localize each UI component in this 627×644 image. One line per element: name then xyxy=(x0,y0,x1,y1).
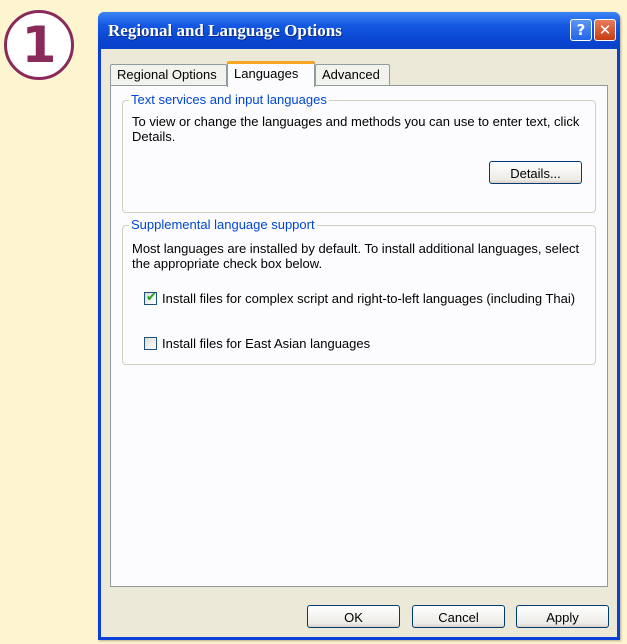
tab-regional-options[interactable]: Regional Options xyxy=(110,64,227,85)
text-services-description: To view or change the languages and meth… xyxy=(132,114,580,144)
close-icon: ✕ xyxy=(598,21,612,39)
regional-language-dialog: Regional and Language Options ? ✕ Region… xyxy=(98,12,620,640)
supplemental-description: Most languages are installed by default.… xyxy=(132,241,580,271)
tab-advanced[interactable]: Advanced xyxy=(315,64,390,85)
complex-script-label[interactable]: Install files for complex script and rig… xyxy=(162,291,612,306)
complex-script-checkbox[interactable]: ✔ xyxy=(144,290,157,305)
supplemental-language-group: Supplemental language support Most langu… xyxy=(122,217,596,365)
languages-tab-panel: Text services and input languages To vie… xyxy=(110,85,608,587)
apply-button[interactable]: Apply xyxy=(516,605,609,628)
east-asian-checkbox[interactable] xyxy=(144,337,157,350)
cancel-button[interactable]: Cancel xyxy=(412,605,505,628)
step-number-badge: 1 xyxy=(4,10,74,80)
help-button[interactable]: ? xyxy=(570,19,592,41)
window-title: Regional and Language Options xyxy=(108,21,342,40)
ok-button[interactable]: OK xyxy=(307,605,400,628)
east-asian-label[interactable]: Install files for East Asian languages xyxy=(162,336,612,351)
text-services-group: Text services and input languages To vie… xyxy=(122,92,596,213)
title-bar[interactable]: Regional and Language Options ? ✕ xyxy=(98,12,620,49)
question-mark-icon: ? xyxy=(576,21,586,39)
checkmark-icon: ✔ xyxy=(146,290,157,305)
details-button[interactable]: Details... xyxy=(489,161,582,184)
tab-languages[interactable]: Languages xyxy=(227,61,315,87)
text-services-group-label: Text services and input languages xyxy=(129,92,329,107)
close-button[interactable]: ✕ xyxy=(594,19,616,41)
dialog-client-area: Regional Options Languages Advanced Text… xyxy=(101,49,617,637)
supplemental-group-label: Supplemental language support xyxy=(129,217,317,232)
